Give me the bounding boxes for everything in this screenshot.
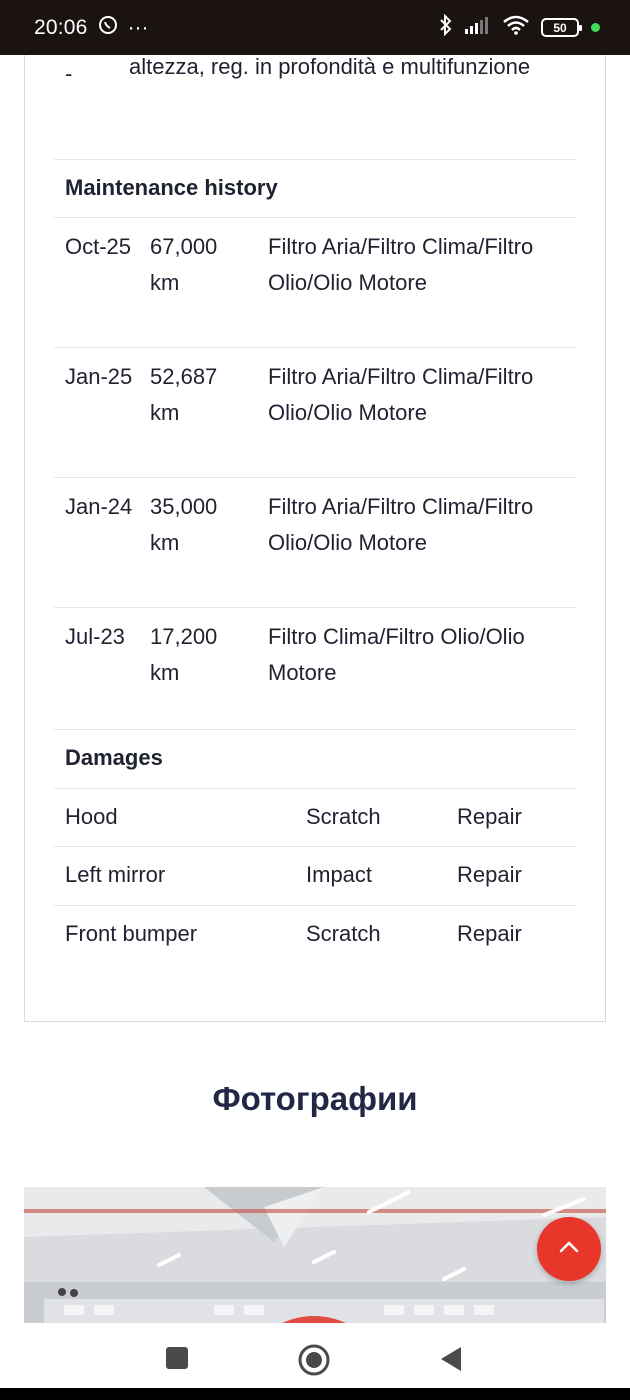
damage-type: Scratch (306, 921, 381, 946)
maintenance-history-heading: Maintenance history (65, 175, 278, 200)
vehicle-photo[interactable] (24, 1187, 606, 1327)
triangle-back-icon (439, 1347, 463, 1376)
damage-type: Impact (306, 862, 373, 887)
bluetooth-icon (439, 13, 453, 41)
maintenance-work: Filtro Clima/Filtro Olio/Olio Motore (268, 624, 525, 685)
maintenance-date: Jan-25 (65, 364, 133, 389)
maintenance-work: Filtro Aria/Filtro Clima/Filtro Olio/Oli… (268, 364, 534, 425)
divider (54, 788, 576, 789)
status-time: 20:06 (34, 15, 88, 39)
damage-type: Scratch (306, 804, 381, 829)
status-bar: 20:06 ··· 50 (0, 0, 630, 55)
damage-action: Repair (457, 862, 522, 887)
maintenance-date: Oct-25 (65, 234, 132, 259)
maintenance-work: Filtro Aria/Filtro Clima/Filtro Olio/Oli… (268, 494, 534, 555)
wifi-icon (503, 15, 529, 40)
maintenance-date: Jul-23 (65, 624, 125, 649)
viber-icon (98, 15, 118, 41)
damage-part: Hood (65, 804, 118, 829)
damage-part: Left mirror (65, 862, 166, 887)
back-button[interactable] (439, 1346, 463, 1377)
maintenance-mileage: 35,000 km (150, 494, 218, 555)
chevron-up-icon (558, 1240, 580, 1259)
divider (54, 217, 576, 218)
recent-apps-button[interactable] (165, 1346, 189, 1375)
divider (54, 607, 576, 608)
list-bullet: - (65, 61, 73, 86)
home-button[interactable] (297, 1343, 331, 1382)
maintenance-mileage: 52,687 km (150, 364, 218, 425)
privacy-indicator-dot (591, 23, 600, 32)
status-left: 20:06 ··· (34, 15, 149, 41)
status-right: 50 (439, 13, 600, 41)
damage-action: Repair (457, 921, 522, 946)
maintenance-mileage: 17,200 km (150, 624, 218, 685)
damage-part: Front bumper (65, 921, 198, 946)
garage-photo-illustration (24, 1187, 606, 1327)
screen-bottom-edge (0, 1388, 630, 1400)
divider (54, 159, 576, 160)
damage-action: Repair (457, 804, 522, 829)
battery-icon: 50 (541, 18, 582, 37)
square-icon (165, 1347, 189, 1374)
more-notifications-icon: ··· (127, 15, 149, 39)
divider (54, 347, 576, 348)
divider (54, 729, 576, 730)
feature-text: altezza, reg. in profondità e multifunzi… (129, 54, 531, 79)
photos-heading: Фотографии (212, 1080, 418, 1117)
divider (54, 846, 576, 847)
damages-heading: Damages (65, 745, 163, 770)
maintenance-work: Filtro Aria/Filtro Clima/Filtro Olio/Oli… (268, 234, 534, 295)
maintenance-date: Jan-24 (65, 494, 133, 519)
signal-icon (465, 16, 491, 39)
divider (54, 477, 576, 478)
divider (54, 905, 576, 906)
maintenance-mileage: 67,000 km (150, 234, 218, 295)
circle-icon (297, 1344, 331, 1381)
page: 20:06 ··· 50 - altezza, reg. in profondi… (0, 0, 630, 1400)
scroll-to-top-button[interactable] (537, 1217, 601, 1281)
vehicle-details-card: - altezza, reg. in profondità e multifun… (24, 54, 606, 1022)
